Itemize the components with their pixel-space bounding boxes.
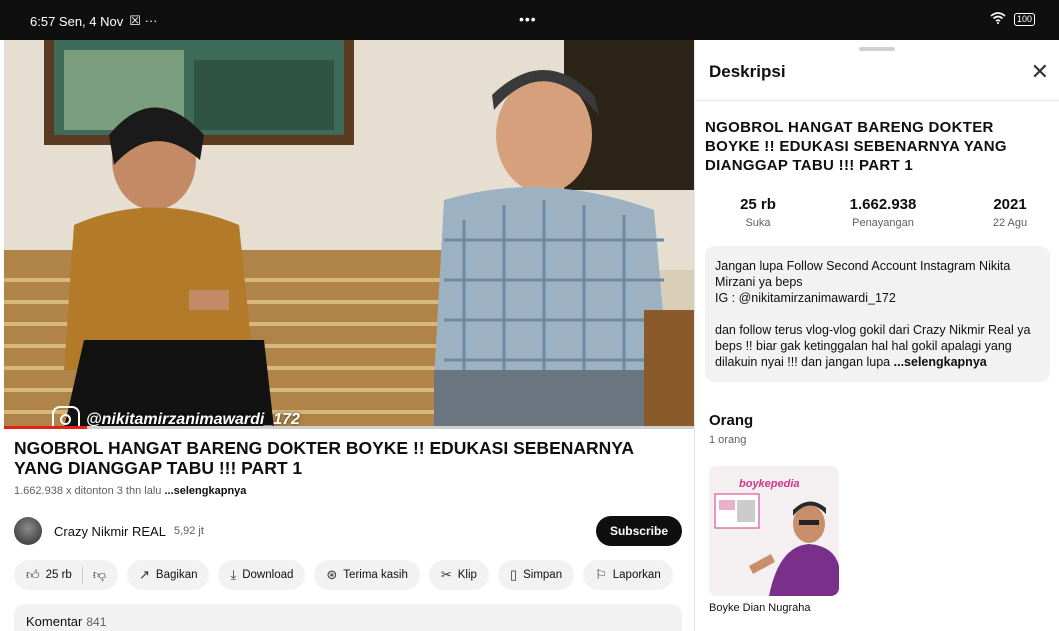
description-ig-line: IG : @nikitamirzanimawardi_172 <box>715 291 896 305</box>
comments-label: Komentar <box>26 614 83 629</box>
thanks-button[interactable]: ⊛ Terima kasih <box>314 560 420 590</box>
channel-avatar[interactable] <box>14 517 42 545</box>
person-card-image[interactable]: boykepedia <box>709 466 839 596</box>
channel-name[interactable]: Crazy Nikmir REAL <box>54 524 166 539</box>
people-count: 1 orang <box>709 434 747 446</box>
stats-row: 25 rb Suka 1.662.938 Penayangan 2021 22 … <box>705 196 1045 236</box>
description-text-box[interactable]: Jangan lupa Follow Second Account Instag… <box>705 246 1050 382</box>
clip-button[interactable]: ✂ Klip <box>428 560 489 590</box>
video-title: NGOBROL HANGAT BARENG DOKTER BOYKE !! ED… <box>14 438 634 478</box>
share-label: Bagikan <box>155 569 198 581</box>
video-player[interactable]: @nikitamirzanimawardi_172 <box>4 40 694 428</box>
stat-likes: 25 rb Suka <box>723 196 793 229</box>
stat-date: 2021 22 Agu <box>975 196 1045 229</box>
report-label: Laporkan <box>612 569 661 581</box>
save-button[interactable]: ▯ Simpan <box>497 560 575 590</box>
status-bar: 6:57 Sen, 4 Nov ☒ ··· ••• 100 <box>0 0 1059 40</box>
battery-icon: 100 <box>1013 13 1035 26</box>
video-progress-fill <box>4 426 87 429</box>
flag-icon: ⚐ <box>595 567 607 582</box>
multiwindow-dots[interactable]: ••• <box>519 11 537 27</box>
comments-section[interactable]: Komentar 841 <box>14 604 682 631</box>
comments-count: 841 <box>86 615 107 629</box>
video-progress-bar[interactable] <box>4 426 694 429</box>
status-right: 100 <box>990 12 1035 27</box>
share-button[interactable]: ↗ Bagikan <box>127 560 210 590</box>
stat-label: 22 Agu <box>992 217 1028 229</box>
status-left: 6:57 Sen, 4 Nov ☒ ··· <box>30 13 158 29</box>
video-watermark: @nikitamirzanimawardi_172 <box>52 406 300 428</box>
status-time-date: 6:57 Sen, 4 Nov <box>30 13 124 29</box>
stat-label: Suka <box>745 217 771 229</box>
stat-value: 2021 <box>993 196 1027 213</box>
stat-value: 1.662.938 <box>849 196 917 213</box>
super-thanks-icon: ⊛ <box>326 567 338 582</box>
video-meta[interactable]: 1.662.938 x ditonton 3 thn lalu ...selen… <box>14 485 246 497</box>
subscribe-button[interactable]: Subscribe <box>595 516 682 546</box>
thumbs-up-icon[interactable]: 👍︎ <box>26 567 40 583</box>
boykepedia-label: boykepedia <box>739 478 800 490</box>
action-bar: 👍︎ 25 rb 👎︎ ↗ Bagikan ⤓ Download ⊛ Terim… <box>14 560 673 590</box>
show-more-link[interactable]: ...selengkapnya <box>164 485 246 497</box>
close-icon[interactable]: ✕ <box>1031 61 1049 83</box>
bookmark-icon: ▯ <box>509 567 518 582</box>
wifi-icon <box>990 12 1006 27</box>
description-line: Jangan lupa Follow Second Account Instag… <box>715 259 1011 289</box>
like-divider <box>81 566 83 584</box>
save-label: Simpan <box>523 569 563 581</box>
panel-divider <box>695 100 1059 101</box>
view-count-and-age: 1.662.938 x ditonton 3 thn lalu <box>14 485 162 497</box>
description-video-title: NGOBROL HANGAT BARENG DOKTER BOYKE !! ED… <box>705 119 1007 174</box>
like-count[interactable]: 25 rb <box>46 569 72 581</box>
instagram-icon <box>52 406 80 428</box>
stat-views: 1.662.938 Penayangan <box>823 196 943 229</box>
description-panel: Deskripsi ✕ NGOBROL HANGAT BARENG DOKTER… <box>694 40 1059 631</box>
channel-row: Crazy Nikmir REAL 5,92 jt Subscribe <box>14 515 682 547</box>
thanks-label: Terima kasih <box>343 569 408 581</box>
notification-icons: ☒ ··· <box>129 13 158 28</box>
panel-header: Deskripsi ✕ <box>709 61 1049 83</box>
description-show-more-link[interactable]: ...selengkapnya <box>894 355 987 369</box>
scissors-icon: ✂ <box>440 567 452 582</box>
people-section-title: Orang <box>709 412 754 429</box>
stat-label: Penayangan <box>852 217 914 229</box>
share-icon: ↗ <box>139 567 150 582</box>
drag-handle[interactable] <box>859 47 895 51</box>
download-icon: ⤓ <box>230 567 237 582</box>
stat-value: 25 rb <box>740 196 776 213</box>
thumbs-down-icon[interactable]: 👎︎ <box>93 567 106 583</box>
like-dislike-chip: 👍︎ 25 rb 👎︎ <box>14 560 119 590</box>
report-button[interactable]: ⚐ Laporkan <box>583 560 673 590</box>
download-label: Download <box>242 569 294 581</box>
video-frame-image <box>4 40 694 428</box>
person-name[interactable]: Boyke Dian Nugraha <box>709 602 811 614</box>
clip-label: Klip <box>457 569 477 581</box>
panel-title: Deskripsi <box>709 62 786 81</box>
subscriber-count: 5,92 jt <box>173 525 204 537</box>
download-button[interactable]: ⤓ Download <box>218 560 306 590</box>
